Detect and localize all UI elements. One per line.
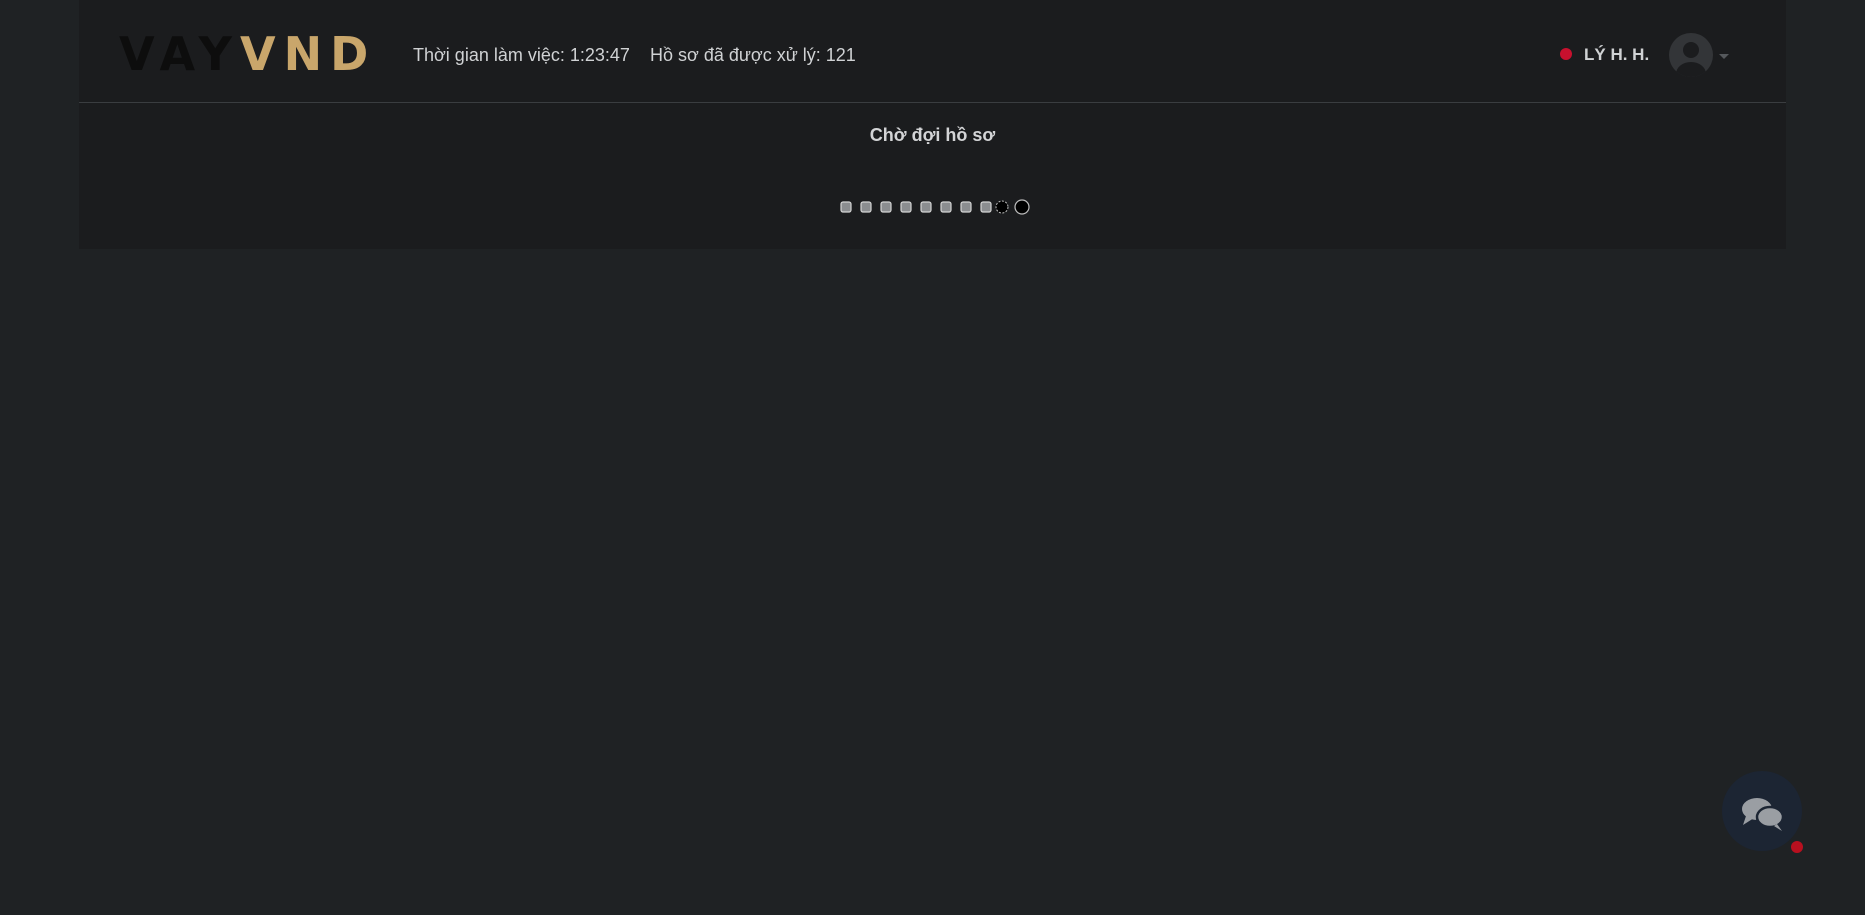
chat-notification-badge [1791, 841, 1803, 853]
logo-text-vnd: VND [240, 27, 377, 81]
main-panel: VAYVND Thời gian làm việc: 1:23:47 Hồ sơ… [79, 0, 1786, 249]
loader-dot [995, 200, 1009, 214]
loader-dot [1014, 199, 1030, 215]
user-name: LÝ H. H. [1584, 45, 1650, 64]
logo-text-vay: VAY [119, 27, 240, 81]
loader-dot [840, 201, 852, 213]
processed-count-label: Hồ sơ đã được xử lý: 121 [650, 45, 856, 65]
loader-dot [920, 201, 932, 213]
loading-indicator [838, 199, 1038, 215]
loader-dot [980, 201, 992, 213]
status-title: Chờ đợi hồ sơ [869, 125, 996, 145]
loader-dot [860, 201, 872, 213]
loader-dot [940, 201, 952, 213]
user-avatar-icon[interactable] [1669, 33, 1713, 77]
chat-button[interactable] [1722, 771, 1802, 851]
loader-dot [960, 201, 972, 213]
chat-bubbles-icon [1742, 798, 1785, 831]
loader-dot [880, 201, 892, 213]
online-status-dot [1560, 48, 1572, 60]
caret-down-icon[interactable] [1719, 54, 1729, 59]
loader-dot [900, 201, 912, 213]
header-bar: VAYVND Thời gian làm việc: 1:23:47 Hồ sơ… [79, 0, 1786, 103]
work-time-label: Thời gian làm việc: 1:23:47 [413, 45, 630, 65]
brand-logo[interactable]: VAYVND [119, 31, 376, 77]
